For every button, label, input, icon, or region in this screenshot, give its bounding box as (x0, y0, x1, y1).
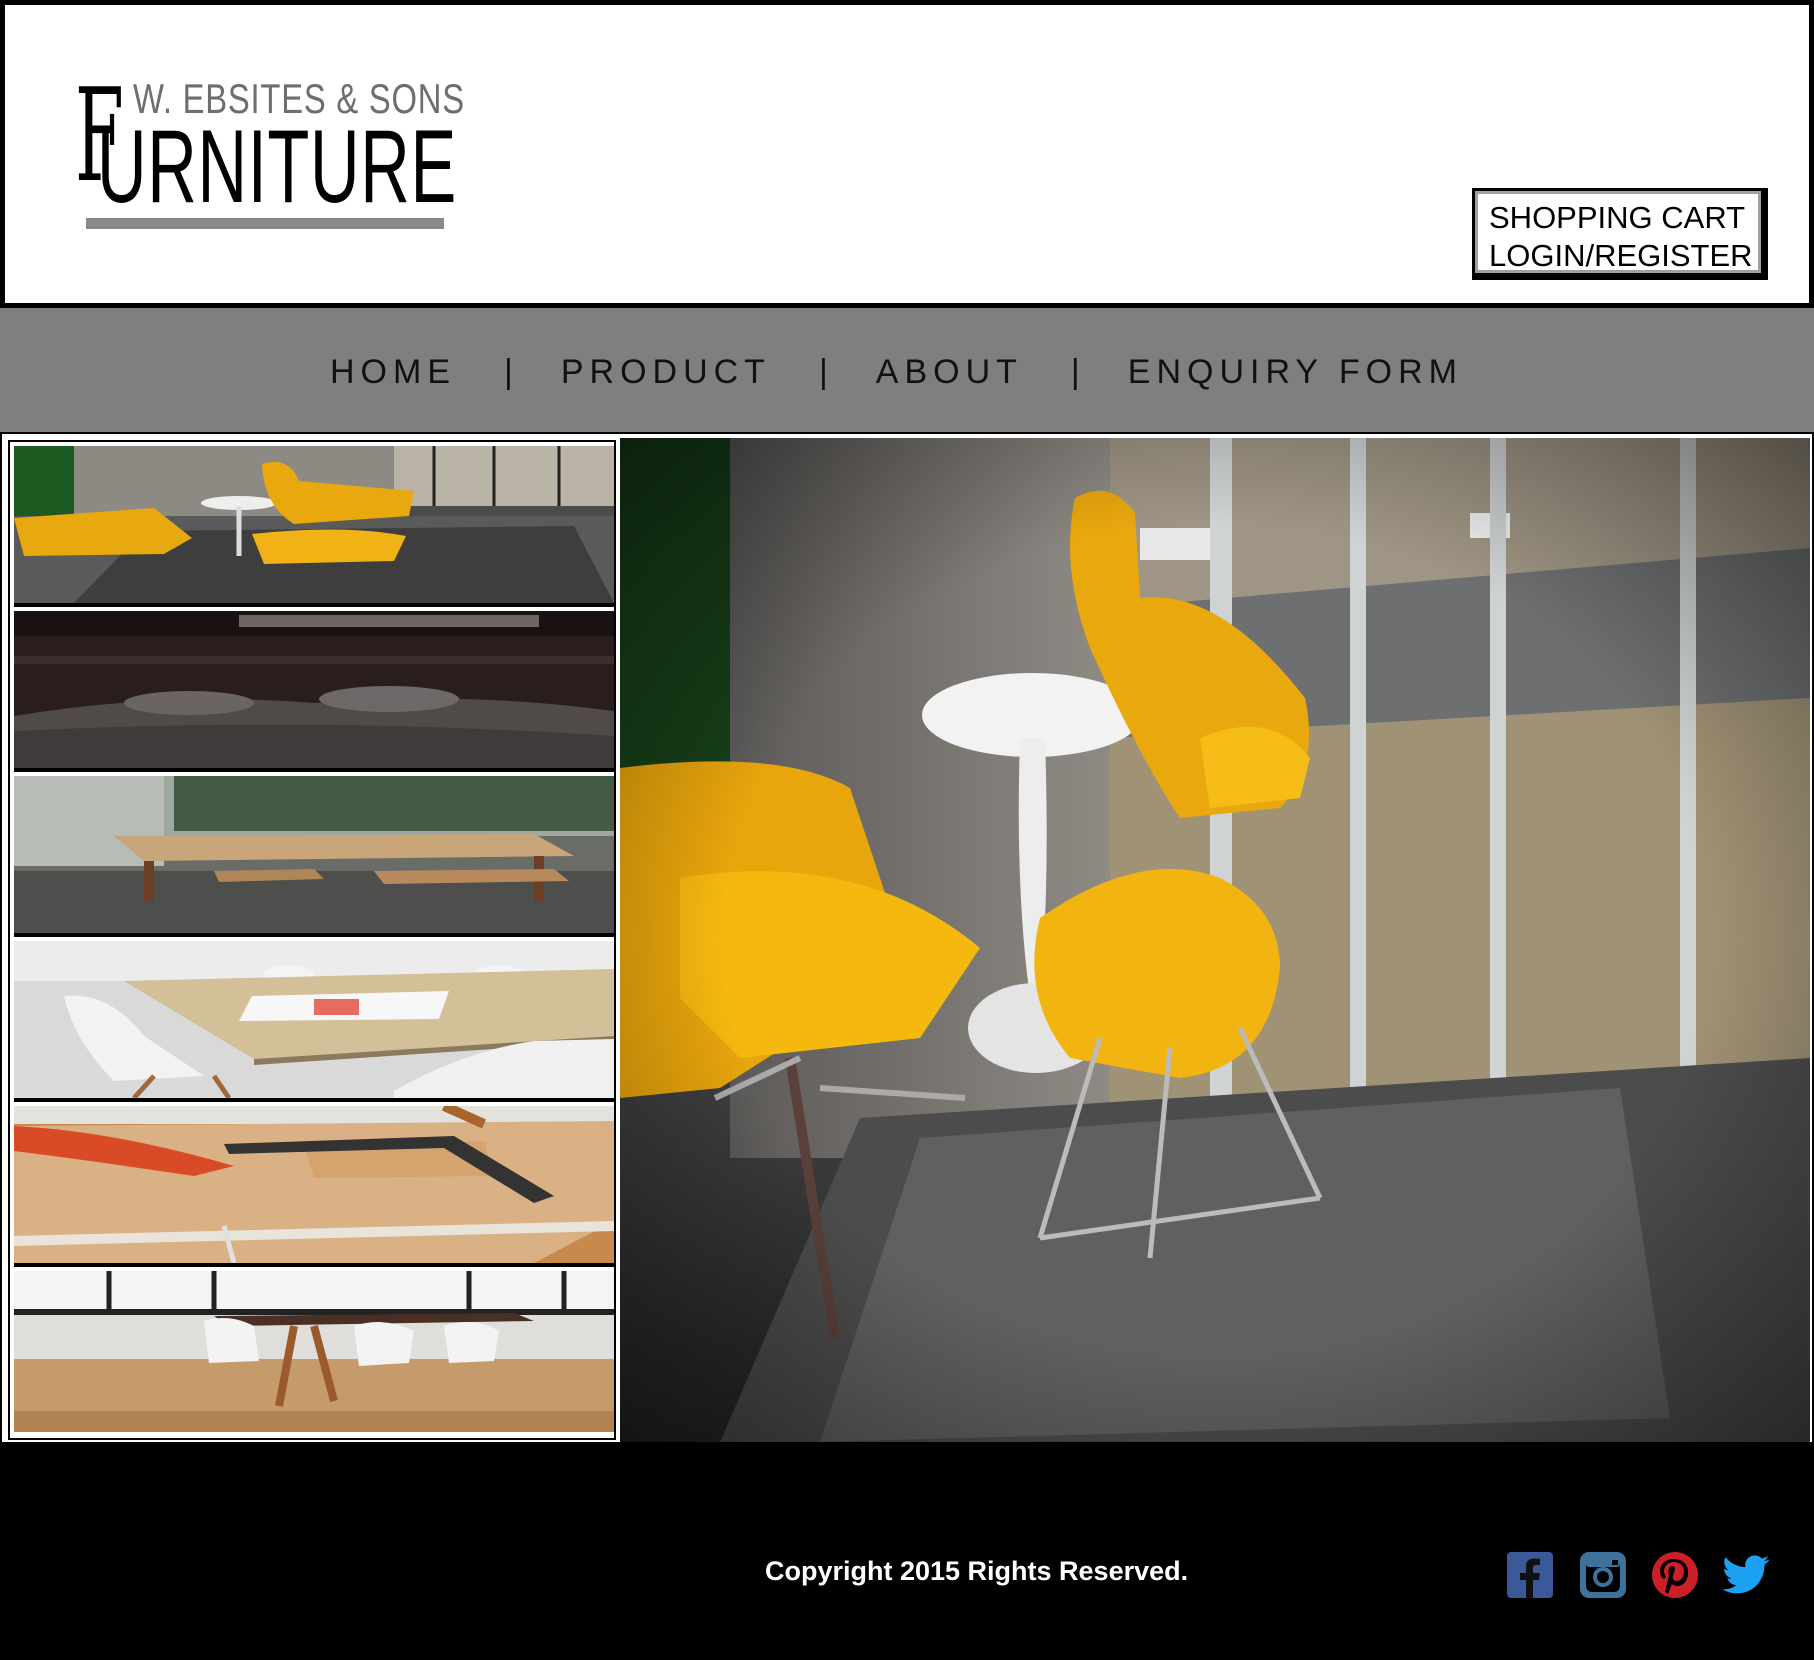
logo[interactable]: F W. EBSITES & SONS URNITURE (75, 65, 464, 240)
thumbnail-bedroom[interactable] (14, 611, 614, 772)
thumbnail-white-chairs[interactable] (14, 941, 614, 1102)
hero-image[interactable] (620, 438, 1810, 1442)
nav-item-product[interactable]: PRODUCT (561, 353, 771, 392)
white-chairs-table-photo (14, 941, 614, 1098)
account-box: SHOPPING CART LOGIN/REGISTER (1472, 188, 1768, 280)
nav-separator: | (504, 353, 513, 391)
workshop-table-photo (14, 1106, 614, 1263)
gallery-section (0, 432, 1814, 1444)
login-register-link[interactable]: LOGIN/REGISTER (1489, 237, 1761, 275)
footer: Copyright 2015 Rights Reserved. (0, 1444, 1814, 1660)
copyright-text: Copyright 2015 Rights Reserved. (765, 1556, 1189, 1586)
shopping-cart-link[interactable]: SHOPPING CART (1489, 199, 1761, 237)
nav-separator: | (818, 353, 828, 391)
logo-underline (86, 218, 444, 229)
header: F W. EBSITES & SONS URNITURE SHOPPING CA… (0, 0, 1814, 308)
thumbnail-workshop-table[interactable] (14, 1106, 614, 1267)
instagram-icon[interactable] (1578, 1550, 1628, 1600)
nav-item-home[interactable]: HOME (330, 353, 456, 392)
yellow-lounge-chairs-photo (14, 446, 614, 603)
wooden-table-benches-photo (14, 776, 614, 933)
bedroom-photo (14, 611, 614, 768)
thumbnail-wooden-table[interactable] (14, 776, 614, 937)
logo-main-word: URNITURE (97, 109, 457, 225)
nav-item-about[interactable]: ABOUT (876, 353, 1023, 392)
nav-separator: | (1070, 353, 1080, 391)
thumbnail-strip (8, 440, 616, 1440)
pinterest-icon[interactable] (1650, 1550, 1700, 1600)
dining-room-photo (14, 1271, 614, 1432)
main-nav: HOME | PRODUCT | ABOUT | ENQUIRY FORM (0, 308, 1814, 432)
nav-item-enquiry-form[interactable]: ENQUIRY FORM (1128, 353, 1463, 392)
twitter-icon[interactable] (1722, 1550, 1772, 1600)
thumbnail-yellow-lounge-chairs[interactable] (14, 446, 614, 607)
yellow-chairs-hero-photo (620, 438, 1810, 1442)
facebook-icon[interactable] (1505, 1550, 1555, 1600)
thumbnail-dining-room[interactable] (14, 1271, 614, 1432)
